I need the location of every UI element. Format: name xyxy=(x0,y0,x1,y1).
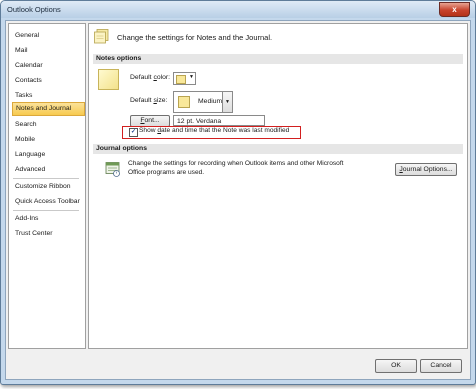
nav-divider xyxy=(13,210,79,211)
dropdown-arrow-icon[interactable]: ▼ xyxy=(222,92,232,112)
default-color-label: Default color: xyxy=(130,74,171,81)
highlight-box: ✓ Show date and time that the Note was l… xyxy=(122,126,301,139)
nav-item-search[interactable]: Search xyxy=(12,118,83,131)
default-color-dropdown[interactable]: ▼ xyxy=(173,72,196,85)
sticky-note-icon xyxy=(98,69,119,90)
journal-options-button[interactable]: Journal Options... xyxy=(395,163,457,176)
category-nav: General Mail Calendar Contacts Tasks Not… xyxy=(8,23,86,349)
journal-options-heading: Journal options xyxy=(93,144,463,154)
journal-description: Change the settings for recording when O… xyxy=(128,160,344,176)
nav-item-notes-and-journal[interactable]: Notes and Journal xyxy=(12,102,85,116)
nav-item-language[interactable]: Language xyxy=(12,148,83,161)
nav-item-mobile[interactable]: Mobile xyxy=(12,133,83,146)
page-description: Change the settings for Notes and the Jo… xyxy=(117,33,273,42)
note-color-swatch xyxy=(176,75,186,84)
nav-item-advanced[interactable]: Advanced xyxy=(12,163,83,176)
nav-divider xyxy=(13,178,79,179)
cancel-button[interactable]: Cancel xyxy=(420,359,462,373)
nav-item-general[interactable]: General xyxy=(12,29,83,42)
window-title: Outlook Options xyxy=(7,5,61,14)
checkmark-icon: ✓ xyxy=(130,129,137,135)
notes-stack-icon xyxy=(94,29,109,44)
journal-icon xyxy=(105,162,120,177)
nav-item-mail[interactable]: Mail xyxy=(12,44,83,57)
close-button[interactable]: x xyxy=(439,2,470,17)
nav-item-quick-access-toolbar[interactable]: Quick Access Toolbar xyxy=(12,195,83,208)
default-size-dropdown[interactable]: Medium ▼ xyxy=(173,91,233,113)
outlook-options-window: Outlook Options x General Mail Calendar … xyxy=(0,0,476,385)
show-modified-label[interactable]: Show date and time that the Note was las… xyxy=(139,127,289,134)
default-size-label: Default size: xyxy=(130,97,168,104)
nav-item-add-ins[interactable]: Add-Ins xyxy=(12,212,83,225)
close-icon: x xyxy=(452,5,457,14)
nav-item-customize-ribbon[interactable]: Customize Ribbon xyxy=(12,180,83,193)
dropdown-arrow-icon: ▼ xyxy=(189,74,194,80)
nav-item-contacts[interactable]: Contacts xyxy=(12,74,83,87)
notes-journal-pane: Change the settings for Notes and the Jo… xyxy=(88,23,468,349)
ok-button[interactable]: OK xyxy=(375,359,417,373)
show-modified-checkbox[interactable]: ✓ xyxy=(129,128,138,137)
font-preview-field: 12 pt. Verdana xyxy=(173,115,265,126)
size-note-swatch xyxy=(178,96,190,108)
title-bar[interactable]: Outlook Options x xyxy=(1,1,475,18)
nav-item-tasks[interactable]: Tasks xyxy=(12,89,83,102)
nav-item-calendar[interactable]: Calendar xyxy=(12,59,83,72)
nav-item-trust-center[interactable]: Trust Center xyxy=(12,227,83,240)
dialog-client: General Mail Calendar Contacts Tasks Not… xyxy=(5,20,471,380)
notes-options-heading: Notes options xyxy=(93,54,463,64)
default-size-value: Medium xyxy=(198,98,223,105)
